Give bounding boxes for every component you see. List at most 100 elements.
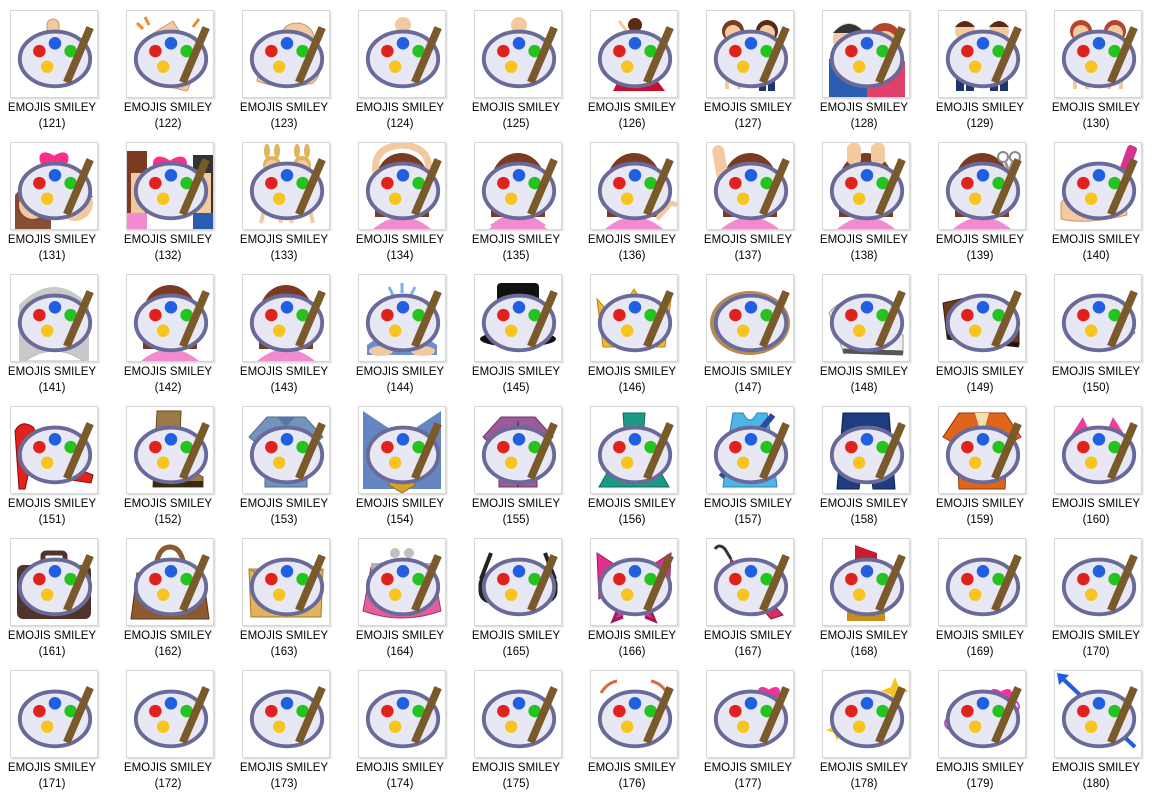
file-item[interactable]: EMOJIS SMILEY (162) (118, 530, 234, 662)
file-name: EMOJIS SMILEY (123, 498, 213, 510)
file-number: (127) (734, 118, 762, 130)
paint-app-icon (1061, 26, 1138, 89)
file-item[interactable]: EMOJIS SMILEY (161) (2, 530, 118, 662)
file-item[interactable]: EMOJIS SMILEY (153) (234, 398, 350, 530)
file-item[interactable]: EMOJIS SMILEY (156) (582, 398, 698, 530)
file-item[interactable]: EMOJIS SMILEY (179) (930, 662, 1046, 794)
file-number: (165) (502, 646, 530, 658)
file-thumbnail (358, 10, 446, 98)
file-item[interactable]: EMOJIS SMILEY (163) (234, 530, 350, 662)
file-item[interactable]: EMOJIS SMILEY (121) (2, 2, 118, 134)
file-item[interactable]: EMOJIS SMILEY (125) (466, 2, 582, 134)
file-item[interactable]: EMOJIS SMILEY (165) (466, 530, 582, 662)
file-thumbnail (822, 10, 910, 98)
file-item[interactable]: EMOJIS SMILEY (126) (582, 2, 698, 134)
file-item[interactable]: EMOJIS SMILEY (129) (930, 2, 1046, 134)
paint-app-icon (481, 686, 558, 749)
file-item[interactable]: EMOJIS SMILEY (177) (698, 662, 814, 794)
paint-app-icon (829, 158, 906, 221)
file-item[interactable]: EMOJIS SMILEY (132) (118, 134, 234, 266)
file-item[interactable]: EMOJIS SMILEY (147) (698, 266, 814, 398)
paint-app-icon (713, 158, 790, 221)
file-item[interactable]: EMOJIS SMILEY (133) (234, 134, 350, 266)
file-number: (175) (502, 778, 530, 790)
paint-app-icon (945, 422, 1022, 485)
file-number: (174) (386, 778, 414, 790)
file-item[interactable]: EMOJIS SMILEY (148) (814, 266, 930, 398)
file-number: (151) (38, 514, 66, 526)
paint-app-icon (1061, 422, 1138, 485)
file-item[interactable]: EMOJIS SMILEY (122) (118, 2, 234, 134)
paint-app-icon (365, 422, 442, 485)
file-item[interactable]: EMOJIS SMILEY (171) (2, 662, 118, 794)
file-item[interactable]: EMOJIS SMILEY (124) (350, 2, 466, 134)
file-item[interactable]: EMOJIS SMILEY (144) (350, 266, 466, 398)
file-item[interactable]: EMOJIS SMILEY (151) (2, 398, 118, 530)
file-item[interactable]: EMOJIS SMILEY (123) (234, 2, 350, 134)
file-item[interactable]: EMOJIS SMILEY (146) (582, 266, 698, 398)
file-item[interactable]: EMOJIS SMILEY (180) (1046, 662, 1152, 794)
file-item[interactable]: EMOJIS SMILEY (157) (698, 398, 814, 530)
file-item[interactable]: EMOJIS SMILEY (175) (466, 662, 582, 794)
file-item[interactable]: EMOJIS SMILEY (128) (814, 2, 930, 134)
file-item[interactable]: EMOJIS SMILEY (159) (930, 398, 1046, 530)
file-item[interactable]: EMOJIS SMILEY (168) (814, 530, 930, 662)
file-item[interactable]: EMOJIS SMILEY (150) (1046, 266, 1152, 398)
file-item[interactable]: EMOJIS SMILEY (131) (2, 134, 118, 266)
file-item[interactable]: EMOJIS SMILEY (136) (582, 134, 698, 266)
file-item[interactable]: EMOJIS SMILEY (172) (118, 662, 234, 794)
file-item[interactable]: EMOJIS SMILEY (143) (234, 266, 350, 398)
file-item[interactable]: EMOJIS SMILEY (167) (698, 530, 814, 662)
file-item[interactable]: EMOJIS SMILEY (140) (1046, 134, 1152, 266)
file-thumbnail (10, 142, 98, 230)
file-item[interactable]: EMOJIS SMILEY (138) (814, 134, 930, 266)
file-thumbnail (1054, 142, 1142, 230)
file-item[interactable]: EMOJIS SMILEY (139) (930, 134, 1046, 266)
file-name: EMOJIS SMILEY (123, 102, 213, 114)
file-item[interactable]: EMOJIS SMILEY (134) (350, 134, 466, 266)
file-item[interactable]: EMOJIS SMILEY (127) (698, 2, 814, 134)
file-item[interactable]: EMOJIS SMILEY (145) (466, 266, 582, 398)
file-thumbnail (1054, 274, 1142, 362)
file-item[interactable]: EMOJIS SMILEY (152) (118, 398, 234, 530)
file-item[interactable]: EMOJIS SMILEY (166) (582, 530, 698, 662)
paint-app-icon (365, 290, 442, 353)
file-number: (159) (966, 514, 994, 526)
file-item[interactable]: EMOJIS SMILEY (178) (814, 662, 930, 794)
paint-app-icon (713, 290, 790, 353)
file-number: (144) (386, 382, 414, 394)
file-item[interactable]: EMOJIS SMILEY (141) (2, 266, 118, 398)
file-thumbnail (938, 274, 1026, 362)
file-item[interactable]: EMOJIS SMILEY (130) (1046, 2, 1152, 134)
file-number: (126) (618, 118, 646, 130)
file-item[interactable]: EMOJIS SMILEY (160) (1046, 398, 1152, 530)
file-item[interactable]: EMOJIS SMILEY (174) (350, 662, 466, 794)
file-name: EMOJIS SMILEY (1051, 366, 1141, 378)
file-thumbnail (242, 10, 330, 98)
file-item[interactable]: EMOJIS SMILEY (154) (350, 398, 466, 530)
file-item[interactable]: EMOJIS SMILEY (176) (582, 662, 698, 794)
file-name: EMOJIS SMILEY (819, 762, 909, 774)
file-name: EMOJIS SMILEY (703, 762, 793, 774)
file-item[interactable]: EMOJIS SMILEY (135) (466, 134, 582, 266)
file-thumbnail (706, 10, 794, 98)
file-thumbnail (126, 142, 214, 230)
file-item[interactable]: EMOJIS SMILEY (169) (930, 530, 1046, 662)
paint-app-icon (1061, 554, 1138, 617)
file-number: (160) (1082, 514, 1110, 526)
file-name: EMOJIS SMILEY (239, 630, 329, 642)
file-thumbnail (358, 670, 446, 758)
file-item[interactable]: EMOJIS SMILEY (142) (118, 266, 234, 398)
file-item[interactable]: EMOJIS SMILEY (173) (234, 662, 350, 794)
file-number: (157) (734, 514, 762, 526)
file-item[interactable]: EMOJIS SMILEY (170) (1046, 530, 1152, 662)
file-item[interactable]: EMOJIS SMILEY (164) (350, 530, 466, 662)
file-thumbnail (126, 670, 214, 758)
file-number: (136) (618, 250, 646, 262)
file-item[interactable]: EMOJIS SMILEY (137) (698, 134, 814, 266)
file-item[interactable]: EMOJIS SMILEY (155) (466, 398, 582, 530)
file-item[interactable]: EMOJIS SMILEY (149) (930, 266, 1046, 398)
file-number: (164) (386, 646, 414, 658)
file-item[interactable]: EMOJIS SMILEY (158) (814, 398, 930, 530)
file-number: (133) (270, 250, 298, 262)
